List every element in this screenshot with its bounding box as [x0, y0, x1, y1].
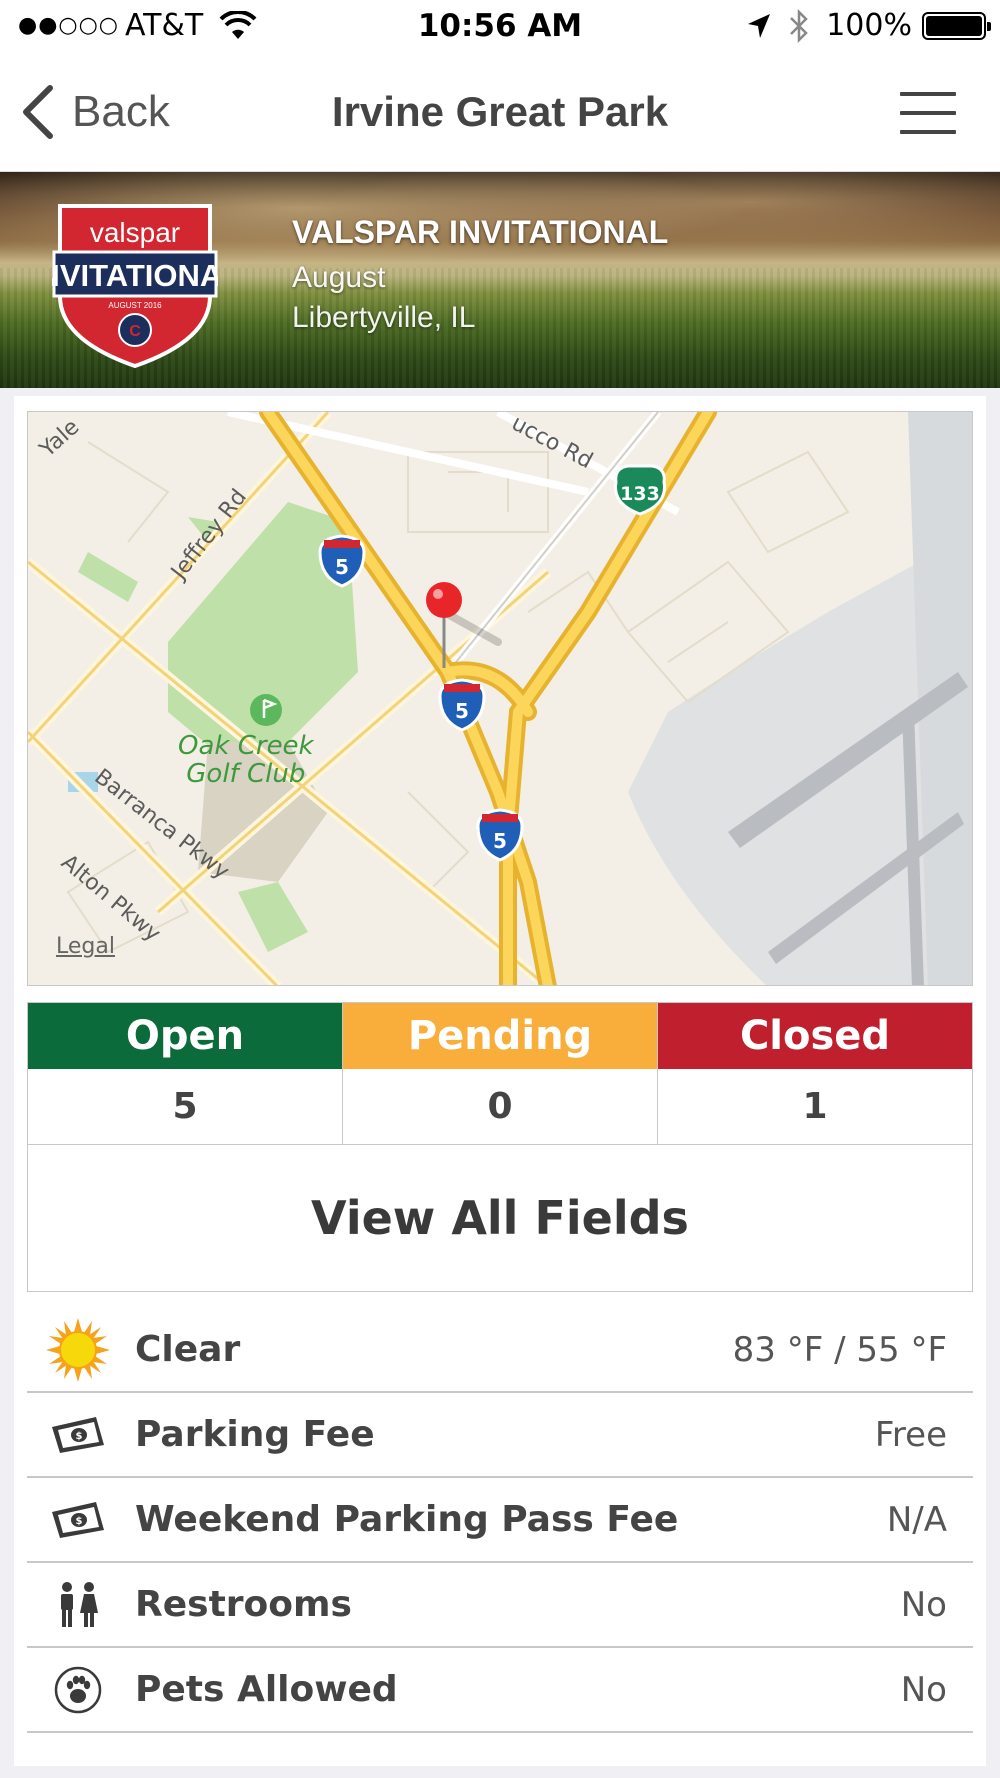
- event-month: August: [292, 261, 386, 294]
- info-row-weather: Clear 83 °F / 55 °F: [27, 1308, 973, 1393]
- weather-value: 83 °F / 55 °F: [732, 1329, 947, 1370]
- battery-percent: 100%: [826, 8, 912, 43]
- info-row-restrooms: Restrooms No: [27, 1563, 973, 1648]
- event-location: Libertyville, IL: [292, 301, 476, 334]
- weekend-parking-label: Weekend Parking Pass Fee: [135, 1499, 679, 1540]
- parking-fee-label: Parking Fee: [135, 1414, 375, 1455]
- logo-title-text: INVITATIONAL: [52, 258, 218, 293]
- battery-icon: [922, 11, 991, 40]
- map-view[interactable]: 5 5 5 133 Yale ucco Rd Jeffrey Rd Barran…: [27, 411, 973, 986]
- status-right: 100%: [746, 8, 991, 43]
- status-closed-header: Closed: [658, 1003, 972, 1069]
- status-pending-header: Pending: [343, 1003, 657, 1069]
- pets-value: No: [900, 1669, 947, 1710]
- svg-text:C: C: [129, 323, 141, 340]
- status-open-header: Open: [28, 1003, 342, 1069]
- event-banner: valspar INVITATIONAL AUGUST 2016 C VALSP…: [0, 172, 1000, 388]
- event-logo: valspar INVITATIONAL AUGUST 2016 C: [52, 204, 218, 369]
- event-info: VALSPAR INVITATIONAL August Libertyville…: [292, 214, 668, 341]
- bluetooth-icon: [790, 8, 808, 43]
- svg-text:5: 5: [493, 829, 507, 853]
- restroom-icon: [43, 1570, 113, 1640]
- svg-text:$: $: [76, 1516, 83, 1527]
- svg-text:5: 5: [455, 699, 469, 723]
- info-row-weekend-parking: $ Weekend Parking Pass Fee N/A: [27, 1478, 973, 1563]
- sun-icon: [43, 1315, 113, 1385]
- weather-label: Clear: [135, 1329, 241, 1370]
- status-pending-count: 0: [487, 1086, 513, 1127]
- status-open-count: 5: [172, 1086, 198, 1127]
- hamburger-menu-icon[interactable]: [900, 92, 956, 136]
- restrooms-value: No: [900, 1584, 947, 1625]
- chevron-left-icon: [23, 85, 53, 139]
- money-icon: $: [43, 1485, 113, 1555]
- field-status-table: Open 5 Pending 0 Closed 1: [27, 1002, 973, 1145]
- parking-fee-value: Free: [874, 1414, 947, 1455]
- info-row-parking-fee: $ Parking Fee Free: [27, 1393, 973, 1478]
- svg-text:133: 133: [620, 483, 660, 505]
- map-legal-link[interactable]: Legal: [56, 934, 115, 959]
- back-label: Back: [72, 87, 170, 136]
- park-info-list: Clear 83 °F / 55 °F $ Parking Fee Free $…: [27, 1308, 973, 1733]
- paw-icon: [43, 1655, 113, 1725]
- pets-label: Pets Allowed: [135, 1669, 398, 1710]
- map-graphic: 5 5 5 133: [28, 412, 972, 985]
- svg-text:$: $: [76, 1431, 83, 1442]
- restrooms-label: Restrooms: [135, 1584, 352, 1625]
- weekend-parking-value: N/A: [886, 1499, 947, 1540]
- location-arrow-icon: [748, 13, 771, 38]
- svg-text:5: 5: [335, 555, 349, 579]
- status-closed-count: 1: [802, 1086, 828, 1127]
- info-row-pets: Pets Allowed No: [27, 1648, 973, 1733]
- money-icon: $: [43, 1400, 113, 1470]
- status-open[interactable]: Open 5: [28, 1003, 343, 1144]
- status-pending[interactable]: Pending 0: [343, 1003, 658, 1144]
- logo-brand-text: valspar: [90, 217, 180, 248]
- navigation-bar: Back Irvine Great Park: [0, 54, 1000, 172]
- status-closed[interactable]: Closed 1: [658, 1003, 972, 1144]
- back-button[interactable]: Back: [18, 84, 170, 140]
- logo-date-text: AUGUST 2016: [108, 301, 162, 310]
- status-bar: ●●○○○ AT&T 10:56 AM 100%: [0, 0, 1000, 54]
- map-label-golf-club: Oak Creek Golf Club: [178, 731, 314, 789]
- view-all-fields-button[interactable]: View All Fields: [27, 1144, 973, 1292]
- event-name: VALSPAR INVITATIONAL: [292, 214, 669, 250]
